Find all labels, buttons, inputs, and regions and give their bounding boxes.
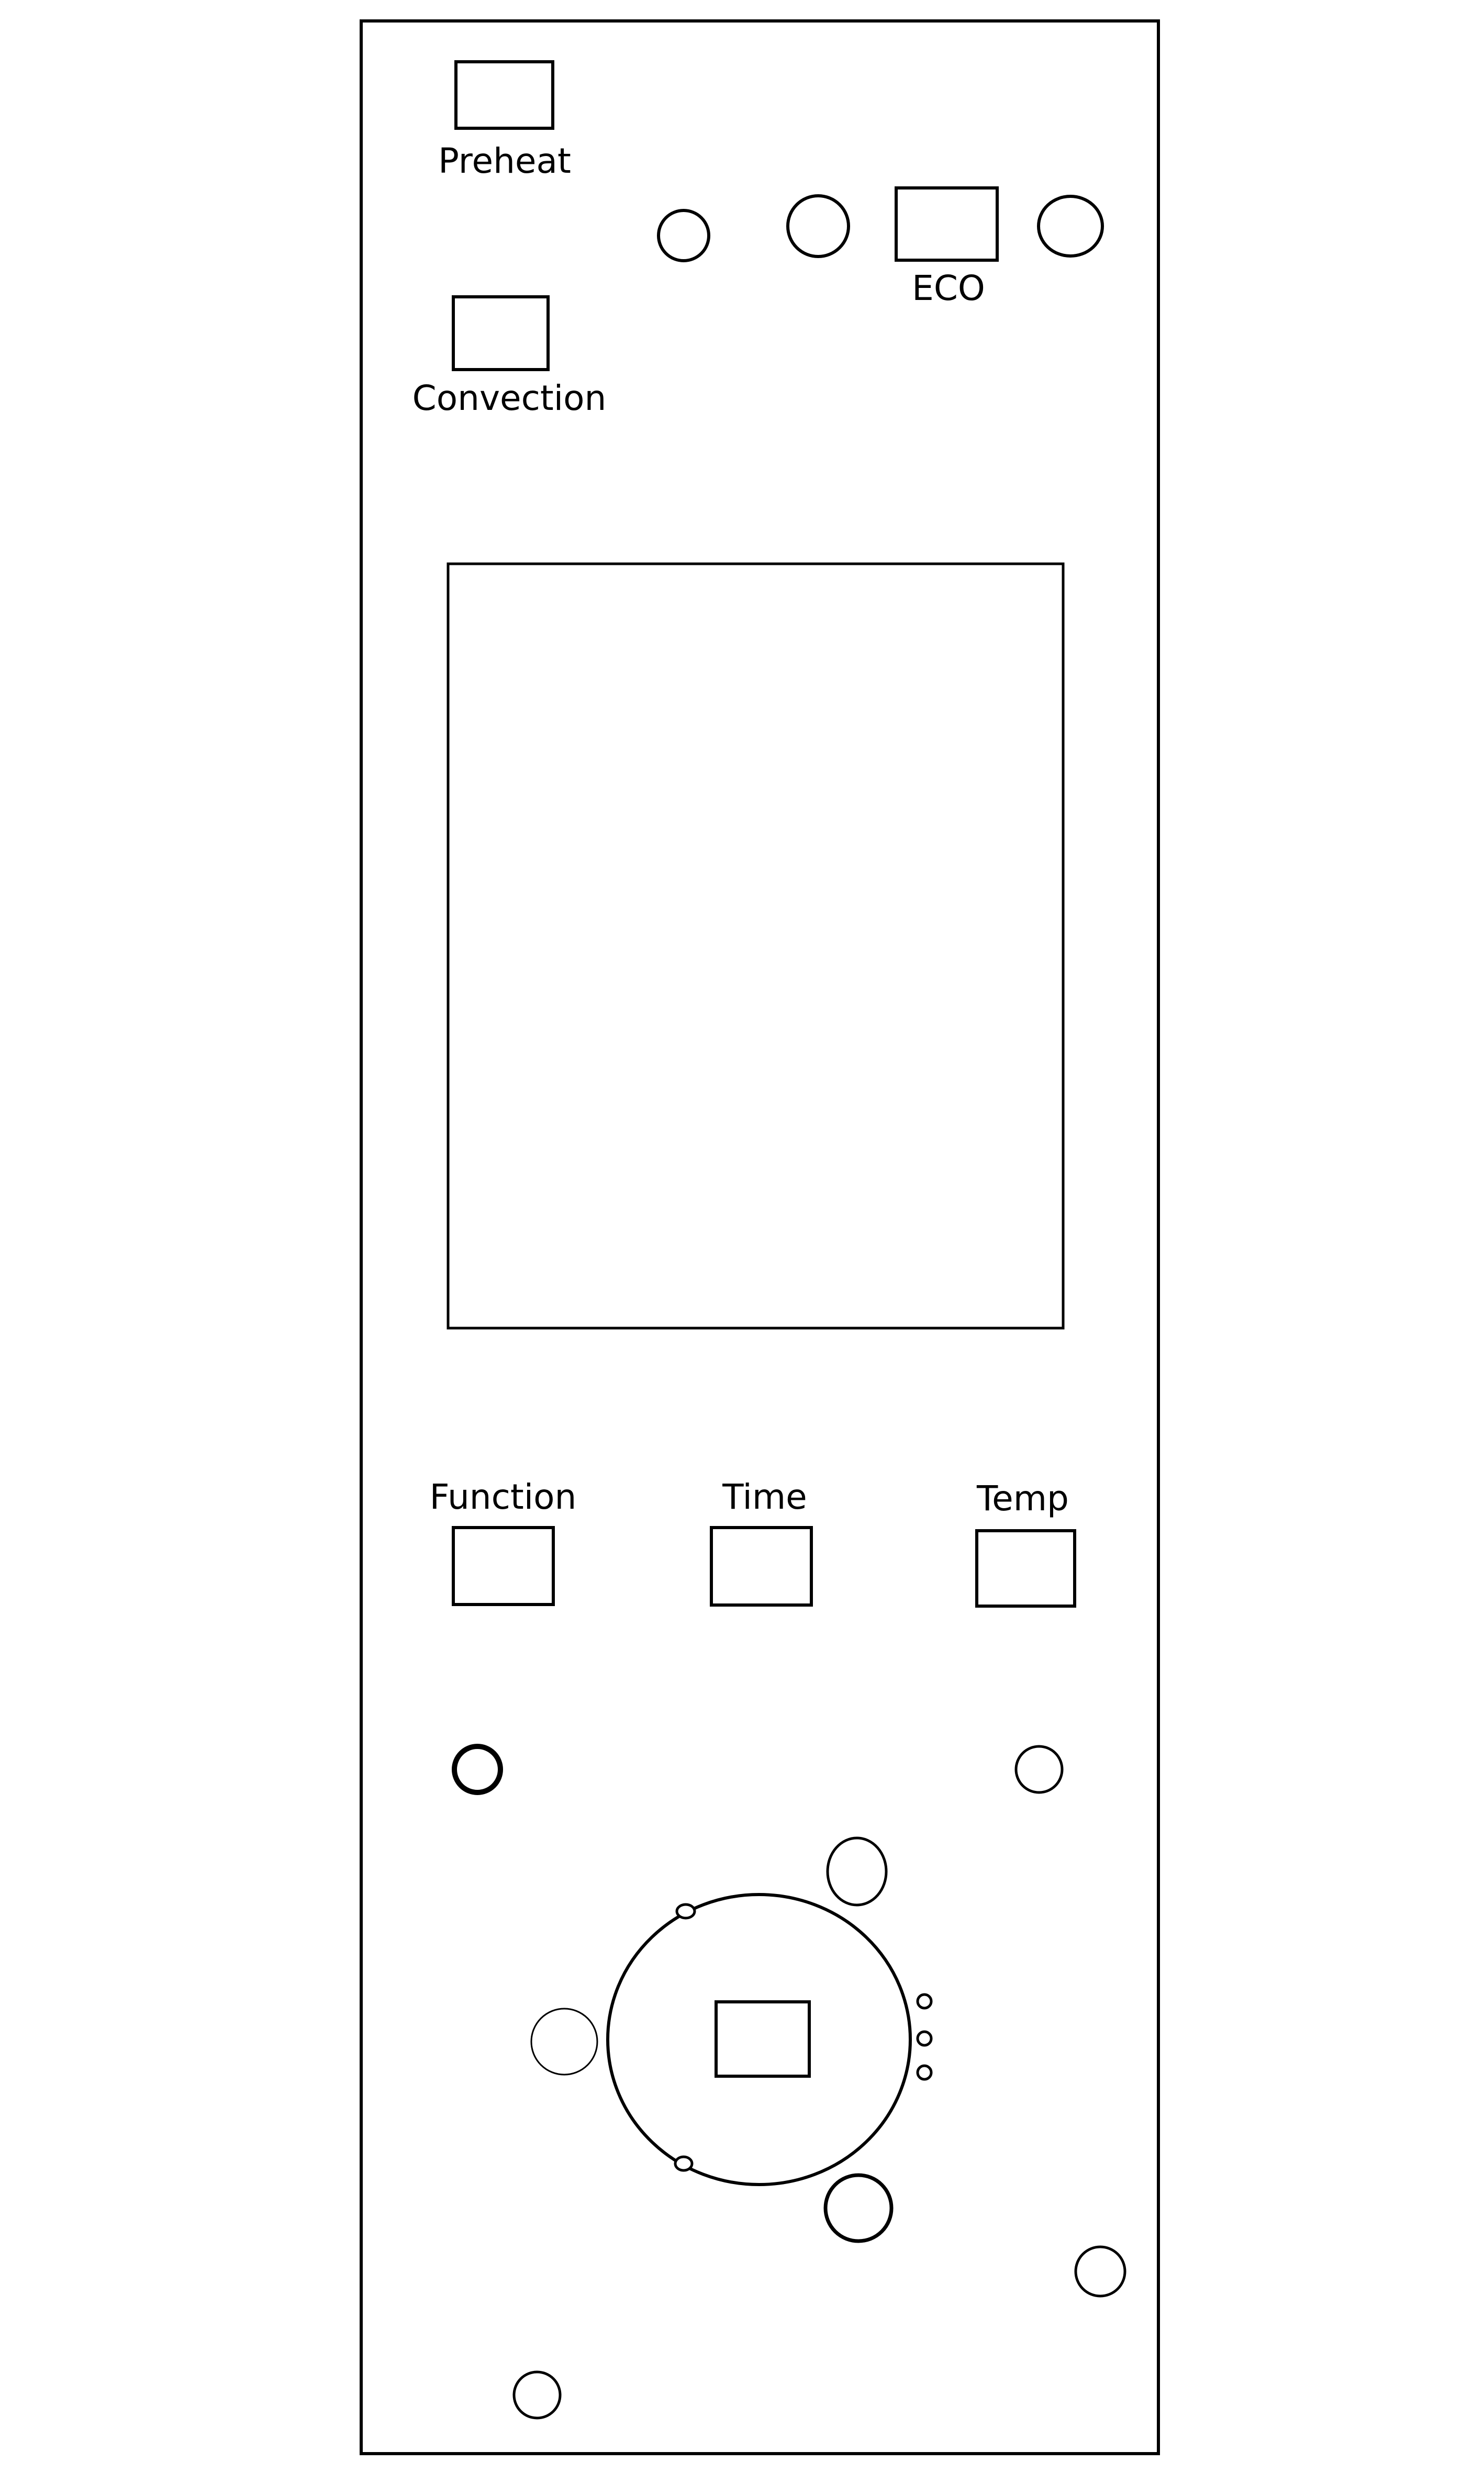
function-label: Function <box>430 1477 577 1517</box>
knob-dot <box>916 2064 933 2081</box>
function-button[interactable] <box>452 1526 555 1606</box>
indicator-light <box>1014 1745 1064 1794</box>
indicator-light <box>657 209 710 262</box>
eco-label: ECO <box>912 268 985 308</box>
convection-button[interactable] <box>452 295 550 371</box>
temp-label: Temp <box>976 1478 1069 1519</box>
indicator-light <box>826 1836 888 1907</box>
knob-dot <box>916 2030 933 2047</box>
indicator-light <box>512 2370 562 2420</box>
indicator-light <box>1037 195 1104 258</box>
display-screen <box>447 562 1065 1330</box>
control-panel-diagram: Preheat Convection ECO Function Time Tem… <box>360 19 1160 2455</box>
knob-dot <box>916 1993 933 2010</box>
indicator-light <box>786 194 850 258</box>
temp-button[interactable] <box>975 1529 1076 1608</box>
preheat-label: Preheat <box>438 141 571 181</box>
time-button[interactable] <box>710 1526 813 1607</box>
convection-label: Convection <box>412 378 607 418</box>
knob-marker <box>674 2155 694 2172</box>
eco-button[interactable] <box>895 186 999 262</box>
knob-center-button[interactable] <box>715 2000 811 2078</box>
knob-marker <box>675 1903 696 1920</box>
preheat-button[interactable] <box>454 60 554 130</box>
indicator-light <box>1074 2245 1126 2298</box>
time-label: Time <box>722 1477 807 1517</box>
indicator-light <box>823 2173 894 2243</box>
indicator-light <box>452 1744 503 1795</box>
indicator-light <box>530 2008 598 2076</box>
